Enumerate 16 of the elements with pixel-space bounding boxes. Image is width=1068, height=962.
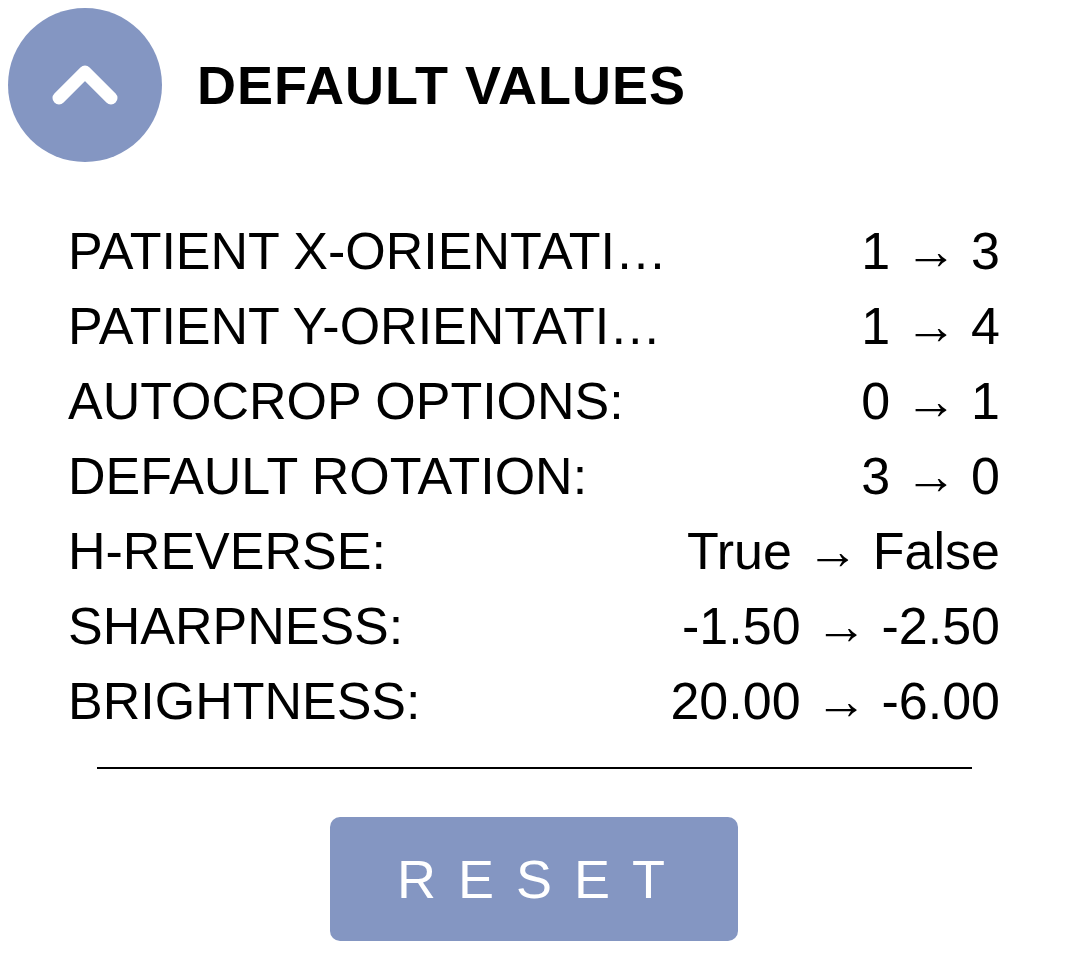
- setting-label: AUTOCROP OPTIONS:: [68, 371, 624, 432]
- reset-button[interactable]: RESET: [330, 817, 738, 941]
- setting-label: BRIGHTNESS:: [68, 671, 421, 732]
- setting-label: PATIENT X-ORIENTATI…: [68, 221, 667, 282]
- setting-value: 0 → 1: [861, 371, 1000, 432]
- setting-label: PATIENT Y-ORIENTATI…: [68, 296, 662, 357]
- setting-value: 1 → 3: [861, 221, 1000, 282]
- setting-label: SHARPNESS:: [68, 596, 404, 657]
- setting-value: 3 → 0: [861, 446, 1000, 507]
- setting-label: H-REVERSE:: [68, 521, 386, 582]
- setting-value: True → False: [686, 521, 1000, 582]
- section-title: DEFAULT VALUES: [197, 53, 686, 117]
- setting-label: DEFAULT ROTATION:: [68, 446, 588, 507]
- setting-value: 1 → 4: [861, 296, 1000, 357]
- setting-value: -1.50 → -2.50: [682, 596, 1000, 657]
- setting-value: 20.00 → -6.00: [670, 671, 1000, 732]
